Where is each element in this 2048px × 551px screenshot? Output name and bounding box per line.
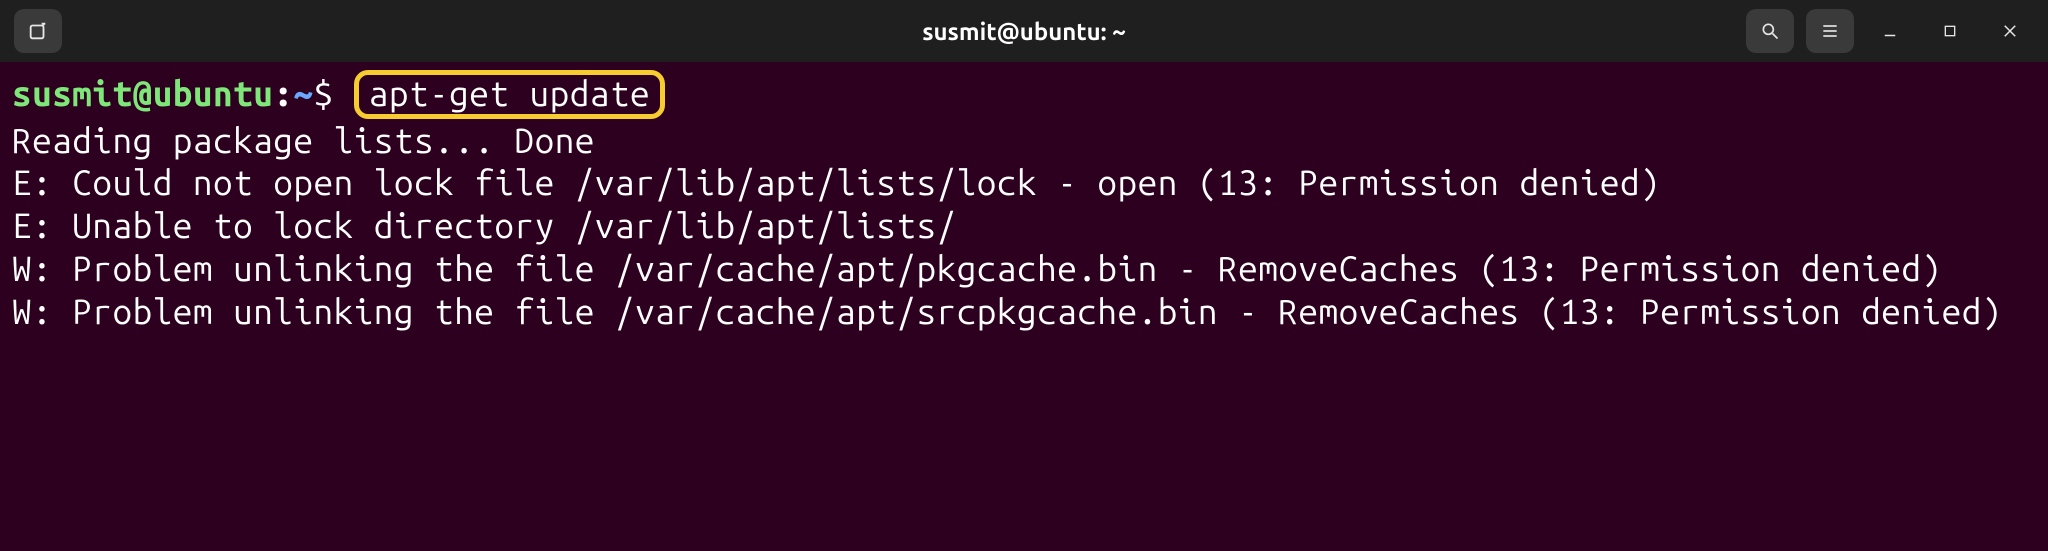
minimize-button[interactable] bbox=[1866, 9, 1914, 53]
command-text: apt-get update bbox=[369, 73, 650, 113]
titlebar-right-group bbox=[1746, 9, 2034, 53]
maximize-icon bbox=[1942, 23, 1958, 39]
new-tab-icon bbox=[27, 20, 49, 42]
prompt-user-host: susmit@ubuntu bbox=[12, 73, 273, 113]
output-line: W: Problem unlinking the file /var/cache… bbox=[12, 290, 2036, 333]
output-line: E: Could not open lock file /var/lib/apt… bbox=[12, 161, 2036, 204]
prompt-symbol: $ bbox=[314, 73, 334, 113]
output-line: Reading package lists... Done bbox=[12, 119, 2036, 162]
maximize-button[interactable] bbox=[1926, 9, 1974, 53]
window-title: susmit@ubuntu: ~ bbox=[922, 18, 1126, 45]
window-titlebar: susmit@ubuntu: ~ bbox=[0, 0, 2048, 62]
output-line: W: Problem unlinking the file /var/cache… bbox=[12, 247, 2036, 290]
search-icon bbox=[1760, 21, 1780, 41]
prompt: susmit@ubuntu:~$ bbox=[12, 73, 334, 113]
close-button[interactable] bbox=[1986, 9, 2034, 53]
new-tab-button[interactable] bbox=[14, 9, 62, 53]
prompt-separator: : bbox=[273, 73, 293, 113]
hamburger-menu-button[interactable] bbox=[1806, 9, 1854, 53]
hamburger-icon bbox=[1820, 21, 1840, 41]
prompt-path: ~ bbox=[293, 73, 313, 113]
minimize-icon bbox=[1881, 22, 1899, 40]
output-line: E: Unable to lock directory /var/lib/apt… bbox=[12, 204, 2036, 247]
highlighted-command: apt-get update bbox=[354, 70, 665, 119]
terminal-body[interactable]: susmit@ubuntu:~$ apt-get update Reading … bbox=[0, 62, 2048, 344]
close-icon bbox=[2001, 22, 2019, 40]
search-button[interactable] bbox=[1746, 9, 1794, 53]
titlebar-left-group bbox=[14, 9, 62, 53]
